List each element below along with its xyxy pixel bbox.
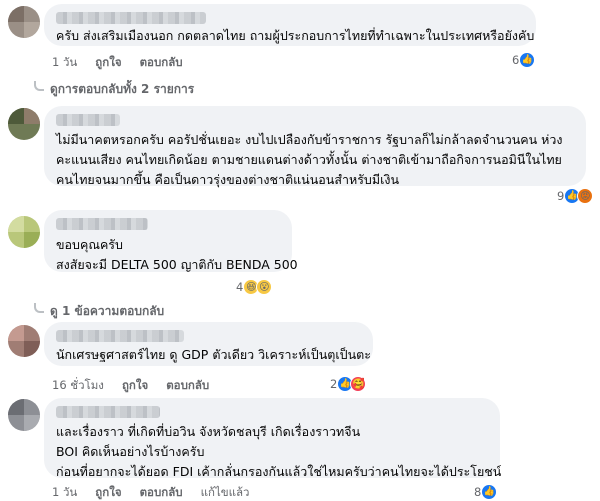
reaction-count: 9 xyxy=(557,189,565,203)
timestamp[interactable]: 1 วัน xyxy=(52,54,77,72)
reply-thread-curve-icon xyxy=(34,302,44,313)
comment-actions: 16 ชั่วโมง ถูกใจ ตอบกลับ xyxy=(52,377,209,395)
reaction-summary[interactable]: 6 👍 xyxy=(512,52,536,68)
reaction-summary[interactable]: 9 👍 😡 xyxy=(557,188,594,204)
comment-text-line: ขอบคุณครับ xyxy=(56,237,123,252)
reaction-count: 8 xyxy=(474,485,482,499)
comment-actions: 1 วัน ถูกใจ ตอบกลับ แก้ไขแล้ว xyxy=(52,484,250,501)
comment-text-line: สงสัยจะมี DELTA 500 ญาติกับ BENDA 500 xyxy=(56,257,298,272)
view-replies-label: ดูการตอบกลับทั้ง 2 รายการ xyxy=(50,82,195,96)
reaction-summary[interactable]: 2 👍 🥰 xyxy=(330,376,367,392)
like-button[interactable]: ถูกใจ xyxy=(95,484,121,501)
comment-bubble: ครับ ส่งเสริมเมืองนอก กดตลาดไทย ถามผู้ปร… xyxy=(44,4,536,46)
reaction-count: 4 xyxy=(236,280,244,294)
author-name-redacted[interactable] xyxy=(56,218,148,230)
comment-text: ครับ ส่งเสริมเมืองนอก กดตลาดไทย ถามผู้ปร… xyxy=(56,28,535,43)
like-icon: 👍 xyxy=(481,484,498,500)
avatar[interactable] xyxy=(8,6,40,38)
view-replies-link[interactable]: ดู 1 ข้อความตอบกลับ xyxy=(34,302,164,321)
reaction-summary[interactable]: 8 👍 xyxy=(474,484,498,500)
like-button[interactable]: ถูกใจ xyxy=(122,377,148,395)
reply-thread-curve-icon xyxy=(34,80,44,91)
timestamp[interactable]: 16 ชั่วโมง xyxy=(52,377,104,395)
author-name-redacted[interactable] xyxy=(56,12,206,24)
author-name-redacted[interactable] xyxy=(56,114,120,126)
comment-bubble: นักเศรษฐศาสตร์ไทย ดู GDP ตัวเดียว วิเครา… xyxy=(44,322,373,366)
avatar[interactable] xyxy=(8,325,40,357)
comment-text-line: ก่อนที่อยากจะได้ยอด FDI เค้ากลั่นกรองกัน… xyxy=(56,464,502,479)
reply-button[interactable]: ตอบกลับ xyxy=(140,484,183,501)
view-replies-label: ดู 1 ข้อความตอบกลับ xyxy=(50,304,165,318)
author-name-redacted[interactable] xyxy=(56,330,184,342)
author-name-redacted[interactable] xyxy=(56,406,160,418)
wow-icon: 😮 xyxy=(256,279,273,295)
edited-label: แก้ไขแล้ว xyxy=(200,485,250,499)
reply-button[interactable]: ตอบกลับ xyxy=(140,54,183,72)
comment-text-line: ไม่มีนาคตหรอกครับ คอรัปชั่นเยอะ งบไปเปลื… xyxy=(56,132,563,147)
comment-bubble: ขอบคุณครับ สงสัยจะมี DELTA 500 ญาติกับ B… xyxy=(44,210,298,272)
timestamp[interactable]: 1 วัน xyxy=(52,484,77,501)
comment-bubble: และเรื่องราว ที่เกิดที่บ่อวิน จังหวัดชลบ… xyxy=(44,398,501,479)
comment-text: นักเศรษฐศาสตร์ไทย ดู GDP ตัวเดียว วิเครา… xyxy=(56,347,371,362)
comment-actions: 1 วัน ถูกใจ ตอบกลับ xyxy=(52,54,183,72)
avatar[interactable] xyxy=(8,399,40,431)
avatar[interactable] xyxy=(8,108,40,140)
like-icon: 👍 xyxy=(519,52,536,68)
comment-bubble: ไม่มีนาคตหรอกครับ คอรัปชั่นเยอะ งบไปเปลื… xyxy=(44,106,586,187)
reaction-count: 6 xyxy=(512,53,520,67)
reaction-count: 2 xyxy=(330,377,338,391)
love-icon: 🥰 xyxy=(350,376,367,392)
comment-text-line: คนไทยจนมากขึ้น คือเป็นดาวรุ่งของต่างชาติ… xyxy=(56,172,400,187)
like-button[interactable]: ถูกใจ xyxy=(95,54,121,72)
reply-button[interactable]: ตอบกลับ xyxy=(166,377,209,395)
comment-text-line: BOI คิดเห็นอย่างไรบ้างครับ xyxy=(56,444,205,459)
comment-text-line: คะแนนเสียง คนไทยเกิดน้อย ตามชายแดนต่างด้… xyxy=(56,152,562,167)
view-replies-link[interactable]: ดูการตอบกลับทั้ง 2 รายการ xyxy=(34,80,194,99)
avatar[interactable] xyxy=(8,216,40,248)
comment-text-line: และเรื่องราว ที่เกิดที่บ่อวิน จังหวัดชลบ… xyxy=(56,424,361,439)
reaction-summary[interactable]: 4 😆 😮 xyxy=(236,279,273,295)
angry-icon: 😡 xyxy=(577,188,594,204)
